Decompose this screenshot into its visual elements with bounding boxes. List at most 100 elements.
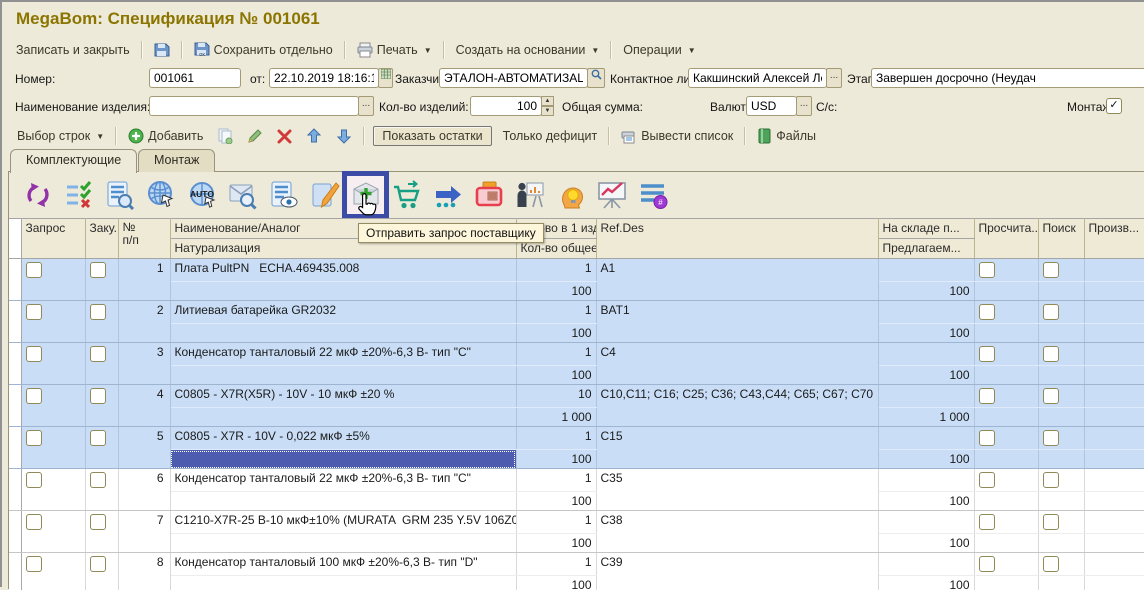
table-row-line2[interactable]: 100100 [9, 450, 1144, 469]
search-cell[interactable] [1038, 259, 1084, 282]
col-search[interactable]: Поиск [1038, 219, 1084, 259]
search-cell[interactable] [1038, 469, 1084, 492]
search-cell[interactable] [1038, 343, 1084, 366]
row-marker[interactable] [9, 427, 21, 469]
number-field[interactable] [149, 68, 241, 88]
product-name-field[interactable] [149, 96, 359, 116]
purchase-cell[interactable] [85, 301, 118, 343]
idea-icon[interactable] [550, 175, 591, 215]
offered-cell[interactable]: 100 [878, 492, 974, 511]
request-checkbox[interactable] [26, 262, 42, 278]
checklist-icon[interactable] [58, 175, 99, 215]
stage-field[interactable] [871, 68, 1144, 88]
purchase-cell[interactable] [85, 553, 118, 590]
move-up-button[interactable] [303, 126, 325, 146]
request-cell[interactable] [21, 385, 85, 427]
qty-total-cell[interactable]: 100 [516, 534, 596, 553]
table-row[interactable]: 3Конденсатор танталовый 22 мкФ ±20%-6,3 … [9, 343, 1144, 366]
producer-cell[interactable] [1084, 301, 1144, 324]
request-cell[interactable] [21, 553, 85, 590]
calculated-checkbox[interactable] [979, 430, 995, 446]
naturalization-cell[interactable] [170, 576, 516, 590]
contact-field[interactable] [688, 68, 827, 88]
row-number-cell[interactable]: 4 [118, 385, 170, 427]
stock-cell[interactable] [878, 553, 974, 576]
table-row[interactable]: 8Конденсатор танталовый 100 мкФ ±20%-6,3… [9, 553, 1144, 576]
calculated-cell[interactable] [974, 385, 1038, 408]
offered-cell[interactable]: 100 [878, 534, 974, 553]
stock-cell[interactable] [878, 469, 974, 492]
request-checkbox[interactable] [26, 430, 42, 446]
offered-cell[interactable]: 100 [878, 576, 974, 590]
purchase-checkbox[interactable] [90, 472, 106, 488]
calculated-cell[interactable] [974, 301, 1038, 324]
delete-row-button[interactable] [274, 127, 295, 146]
request-cell[interactable] [21, 469, 85, 511]
table-row-line2[interactable]: 100100 [9, 324, 1144, 343]
col-offered[interactable]: Предлагаем... [878, 239, 974, 259]
qty-per-unit-cell[interactable]: 1 [516, 553, 596, 576]
cart-icon[interactable] [386, 175, 427, 215]
search-checkbox[interactable] [1043, 262, 1059, 278]
qty-total-cell[interactable]: 100 [516, 324, 596, 343]
transfer-arrow-icon[interactable] [427, 175, 468, 215]
refresh-icon[interactable] [17, 175, 58, 215]
qty-field[interactable] [470, 96, 542, 116]
qty-per-unit-cell[interactable]: 1 [516, 427, 596, 450]
move-down-button[interactable] [333, 126, 355, 146]
col-calculated[interactable]: Просчита... [974, 219, 1038, 259]
stock-cell[interactable] [878, 511, 974, 534]
naturalization-cell[interactable] [170, 324, 516, 343]
search-cell[interactable] [1038, 301, 1084, 324]
tab-montazh[interactable]: Монтаж [138, 149, 215, 172]
calculated-cell[interactable] [974, 343, 1038, 366]
naturalization-cell[interactable] [170, 366, 516, 385]
producer-cell[interactable] [1084, 469, 1144, 492]
request-checkbox[interactable] [26, 388, 42, 404]
producer-cell[interactable] [1084, 553, 1144, 576]
naturalization-cell[interactable] [170, 450, 516, 469]
row-number-cell[interactable]: 5 [118, 427, 170, 469]
operations-button[interactable]: Операции▼ [619, 41, 699, 59]
row-number-cell[interactable]: 3 [118, 343, 170, 385]
row-number-cell[interactable]: 1 [118, 259, 170, 301]
row-number-cell[interactable]: 7 [118, 511, 170, 553]
date-field[interactable] [269, 68, 379, 88]
show-stock-toggle[interactable]: Показать остатки [373, 126, 491, 146]
purchase-checkbox[interactable] [90, 346, 106, 362]
calculated-cell[interactable] [974, 259, 1038, 282]
search-checkbox[interactable] [1043, 556, 1059, 572]
table-row-line2[interactable]: 100100 [9, 366, 1144, 385]
search-checkbox[interactable] [1043, 514, 1059, 530]
row-marker[interactable] [9, 553, 21, 590]
calculated-cell[interactable] [974, 511, 1038, 534]
item-name-cell[interactable]: Плата PultPN ЕСНА.469435.008 [170, 259, 516, 282]
edit-row-button[interactable] [244, 126, 266, 146]
row-marker[interactable] [9, 511, 21, 553]
row-number-cell[interactable]: 6 [118, 469, 170, 511]
search-cell[interactable] [1038, 511, 1084, 534]
customer-field[interactable] [439, 68, 588, 88]
qty-total-cell[interactable]: 100 [516, 492, 596, 511]
col-number[interactable]: №п/п [118, 219, 170, 259]
refdes-cell[interactable]: C15 [596, 427, 878, 469]
add-row-button[interactable]: Добавить [125, 126, 206, 146]
item-name-cell[interactable]: Конденсатор танталовый 100 мкФ ±20%-6,3 … [170, 553, 516, 576]
offered-cell[interactable]: 100 [878, 450, 974, 469]
calculated-checkbox[interactable] [979, 304, 995, 320]
col-stock[interactable]: На складе п... [878, 219, 974, 239]
row-marker[interactable] [9, 343, 21, 385]
presenter-icon[interactable] [509, 175, 550, 215]
table-row[interactable]: 1Плата PultPN ЕСНА.469435.0081A1 [9, 259, 1144, 282]
calculated-checkbox[interactable] [979, 556, 995, 572]
purchase-cell[interactable] [85, 469, 118, 511]
producer-cell[interactable] [1084, 427, 1144, 450]
row-marker[interactable] [9, 301, 21, 343]
stock-cell[interactable] [878, 259, 974, 282]
calculated-checkbox[interactable] [979, 514, 995, 530]
item-name-cell[interactable]: C1210-X7R-25 В-10 мкФ±10% (MURATA GRM 23… [170, 511, 516, 534]
refdes-cell[interactable]: A1 [596, 259, 878, 301]
search-cell[interactable] [1038, 427, 1084, 450]
table-row[interactable]: 5C0805 - X7R - 10V - 0,022 мкФ ±5%1C15 [9, 427, 1144, 450]
calculated-cell[interactable] [974, 469, 1038, 492]
